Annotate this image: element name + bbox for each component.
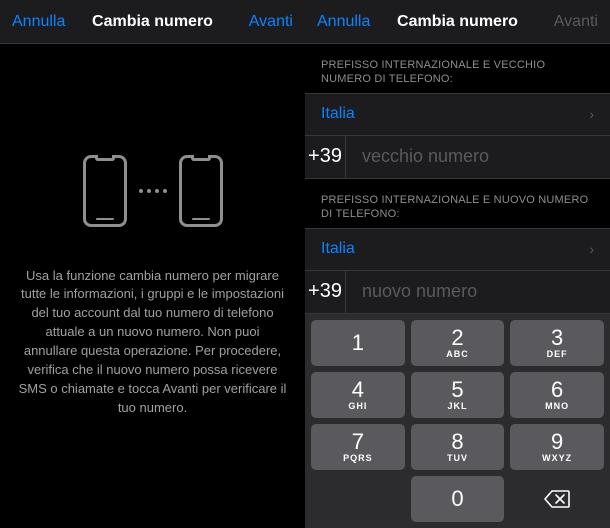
new-country-row[interactable]: Italia ›: [305, 228, 610, 271]
old-number-section-label: PREFISSO INTERNAZIONALE E VECCHIO NUMERO…: [305, 44, 610, 93]
intro-text: Usa la funzione cambia numero per migrar…: [18, 267, 287, 418]
key-4[interactable]: 4GHI: [311, 372, 405, 418]
key-backspace[interactable]: [510, 476, 604, 522]
key-0[interactable]: 0: [411, 476, 505, 522]
key-9[interactable]: 9WXYZ: [510, 424, 604, 470]
numeric-keypad: 1 2ABC 3DEF 4GHI 5JKL 6MNO 7PQRS 8TUV 9W…: [305, 314, 610, 528]
right-header: Annulla Cambia numero Avanti: [305, 0, 610, 44]
new-number-section-label: PREFISSO INTERNAZIONALE E NUOVO NUMERO D…: [305, 179, 610, 228]
new-number-input[interactable]: [346, 271, 610, 313]
cancel-button[interactable]: Annulla: [12, 13, 65, 31]
new-country-name: Italia: [321, 240, 355, 258]
old-number-input[interactable]: [346, 136, 610, 178]
key-7[interactable]: 7PQRS: [311, 424, 405, 470]
phone-icon: [83, 155, 127, 227]
left-header: Annulla Cambia numero Avanti: [0, 0, 305, 44]
key-6[interactable]: 6MNO: [510, 372, 604, 418]
old-number-row: +39: [305, 136, 610, 179]
cancel-button[interactable]: Annulla: [317, 13, 370, 31]
next-button[interactable]: Avanti: [249, 13, 293, 31]
old-prefix: +39: [305, 136, 346, 178]
key-2[interactable]: 2ABC: [411, 320, 505, 366]
page-title: Cambia numero: [92, 13, 213, 31]
key-1[interactable]: 1: [311, 320, 405, 366]
old-country-name: Italia: [321, 105, 355, 123]
chevron-right-icon: ›: [589, 241, 594, 257]
chevron-right-icon: ›: [589, 106, 594, 122]
key-8[interactable]: 8TUV: [411, 424, 505, 470]
left-pane: Annulla Cambia numero Avanti Usa la funz…: [0, 0, 305, 528]
new-prefix: +39: [305, 271, 346, 313]
right-pane: Annulla Cambia numero Avanti PREFISSO IN…: [305, 0, 610, 528]
page-title: Cambia numero: [397, 13, 518, 31]
key-blank: [311, 476, 405, 522]
transfer-dots-icon: [139, 189, 167, 193]
next-button[interactable]: Avanti: [554, 13, 598, 31]
old-country-row[interactable]: Italia ›: [305, 93, 610, 136]
phone-icon: [179, 155, 223, 227]
key-3[interactable]: 3DEF: [510, 320, 604, 366]
backspace-icon: [544, 490, 570, 508]
intro-content: Usa la funzione cambia numero per migrar…: [0, 44, 305, 528]
phones-illustration: [83, 155, 223, 227]
new-number-row: +39: [305, 271, 610, 314]
key-5[interactable]: 5JKL: [411, 372, 505, 418]
